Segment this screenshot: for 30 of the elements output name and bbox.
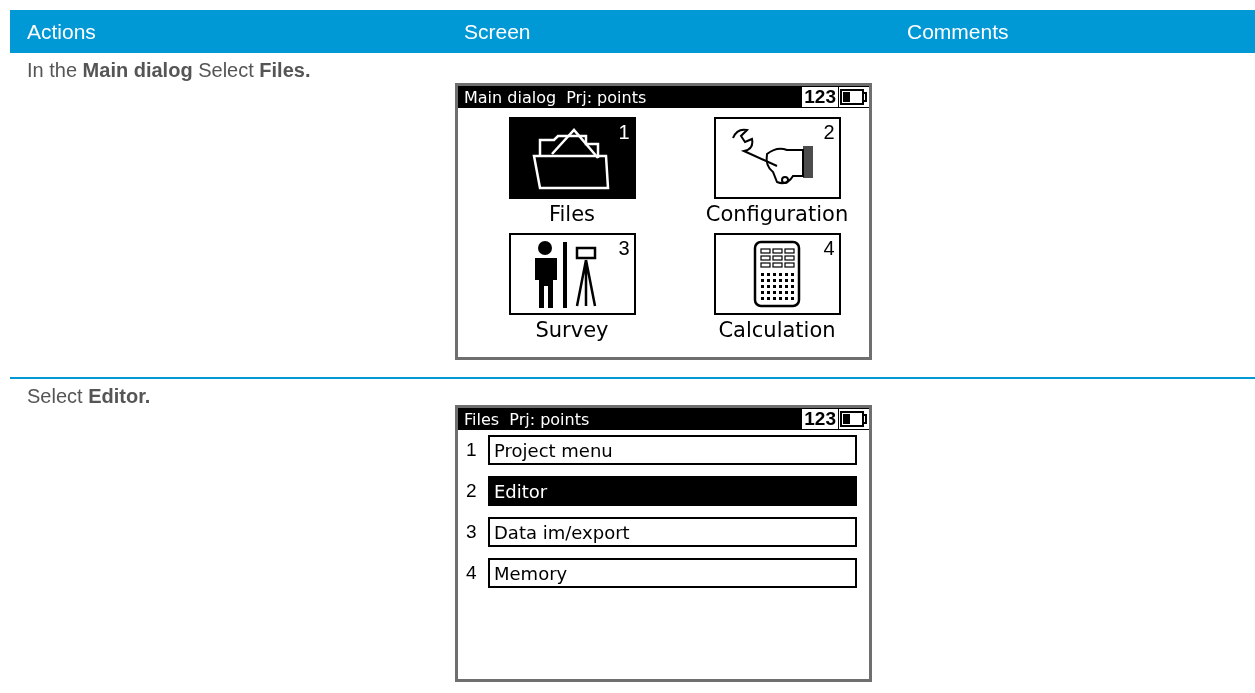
tile-number: 2 [823,121,835,144]
menu-tile[interactable]: 2 [713,117,841,199]
input-mode: 123 [801,408,839,430]
screen-title: Files Prj: points [464,409,590,429]
action-text: In the Main dialog Select Files. [26,58,312,82]
input-mode: 123 [801,86,839,108]
menu-tile[interactable]: 4 [713,233,841,315]
column-header: Actions [10,10,455,53]
item-number: 3 [466,521,476,543]
tile-label: Configuration [705,201,849,228]
menu-tile[interactable]: 1 [508,117,636,199]
screen-title: Main dialog Prj: points [464,87,647,107]
menu-item[interactable]: Project menu [488,435,857,465]
tile-number: 1 [618,121,630,144]
menu-item[interactable]: Data im/export [488,517,857,547]
calculator-icon [752,239,802,309]
menu-item[interactable]: Memory [488,558,857,588]
column-header: Comments [897,10,1255,53]
tile-label: Files [548,201,596,228]
action-text: Select Editor. [26,384,152,408]
column-header: Screen [455,10,897,53]
menu-item[interactable]: Editor [488,476,857,506]
item-number: 2 [466,480,476,502]
tile-number: 3 [618,237,630,260]
item-number: 4 [466,562,476,584]
item-number: 1 [466,439,476,461]
tile-label: Calculation [718,317,836,344]
menu-tile[interactable]: 3 [508,233,636,315]
tile-label: Survey [535,317,609,344]
tile-number: 4 [823,237,835,260]
